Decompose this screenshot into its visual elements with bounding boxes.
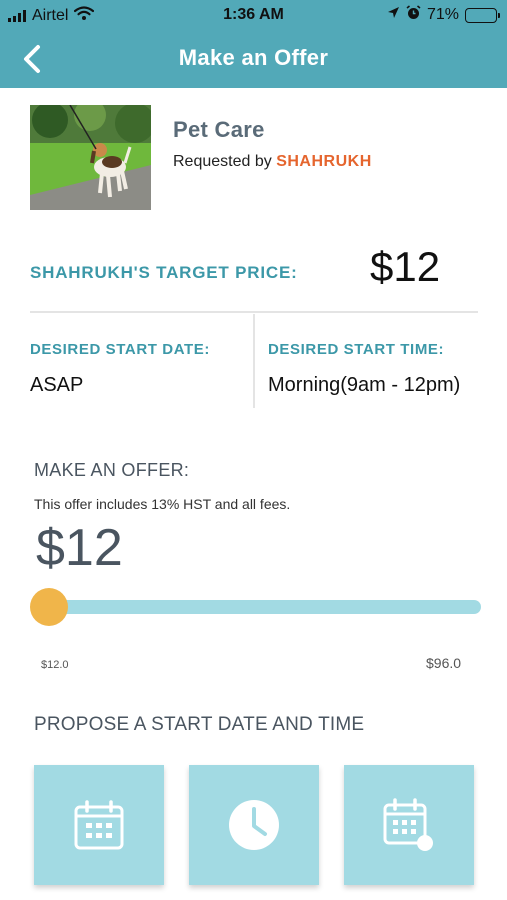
nav-bar: Make an Offer [0, 32, 507, 88]
status-bar-right: 71% [387, 5, 500, 25]
offer-slider[interactable] [30, 588, 482, 626]
divider [30, 311, 478, 313]
page-title: Make an Offer [178, 45, 329, 70]
location-icon [387, 6, 400, 24]
divider [253, 314, 255, 408]
requested-by: Requested by SHAHRUKH [173, 153, 372, 171]
pick-time-button[interactable] [189, 765, 319, 885]
pick-date-time-button[interactable] [344, 765, 474, 885]
header-bar: Airtel 1:36 AM 71% Make an Offer [0, 0, 507, 88]
calendar-time-icon [383, 798, 433, 851]
slider-thumb[interactable] [30, 588, 68, 626]
requested-by-label: Requested by [173, 153, 272, 170]
slider-min-label: $12.0 [41, 659, 69, 671]
start-time-label: DESIRED START TIME: [268, 341, 445, 358]
battery-icon [465, 7, 500, 23]
status-bar: Airtel 1:36 AM 71% [0, 0, 507, 32]
offer-amount: $12 [36, 519, 123, 577]
requester-name[interactable]: SHAHRUKH [276, 153, 372, 170]
service-name: Pet Care [173, 117, 265, 142]
propose-title: PROPOSE A START DATE AND TIME [34, 714, 365, 735]
battery-percent: 71% [426, 6, 459, 23]
pet-photo [30, 105, 151, 210]
service-summary: Pet Care Requested by SHAHRUKH [30, 105, 477, 210]
offer-title: MAKE AN OFFER: [34, 460, 190, 480]
calendar-icon [74, 800, 124, 850]
offer-note: This offer includes 13% HST and all fees… [34, 496, 291, 512]
start-time-value: Morning(9am - 12pm) [268, 374, 461, 396]
start-date-label: DESIRED START DATE: [30, 341, 211, 358]
slider-max-label: $96.0 [426, 655, 462, 671]
clock-icon [229, 800, 279, 850]
pick-date-button[interactable] [34, 765, 164, 885]
slider-track[interactable] [40, 600, 481, 614]
alarm-icon [406, 5, 421, 25]
start-date-value: ASAP [30, 374, 84, 396]
target-price-value: $12 [370, 243, 441, 290]
target-price-label: SHAHRUKH'S TARGET PRICE: [30, 263, 298, 282]
